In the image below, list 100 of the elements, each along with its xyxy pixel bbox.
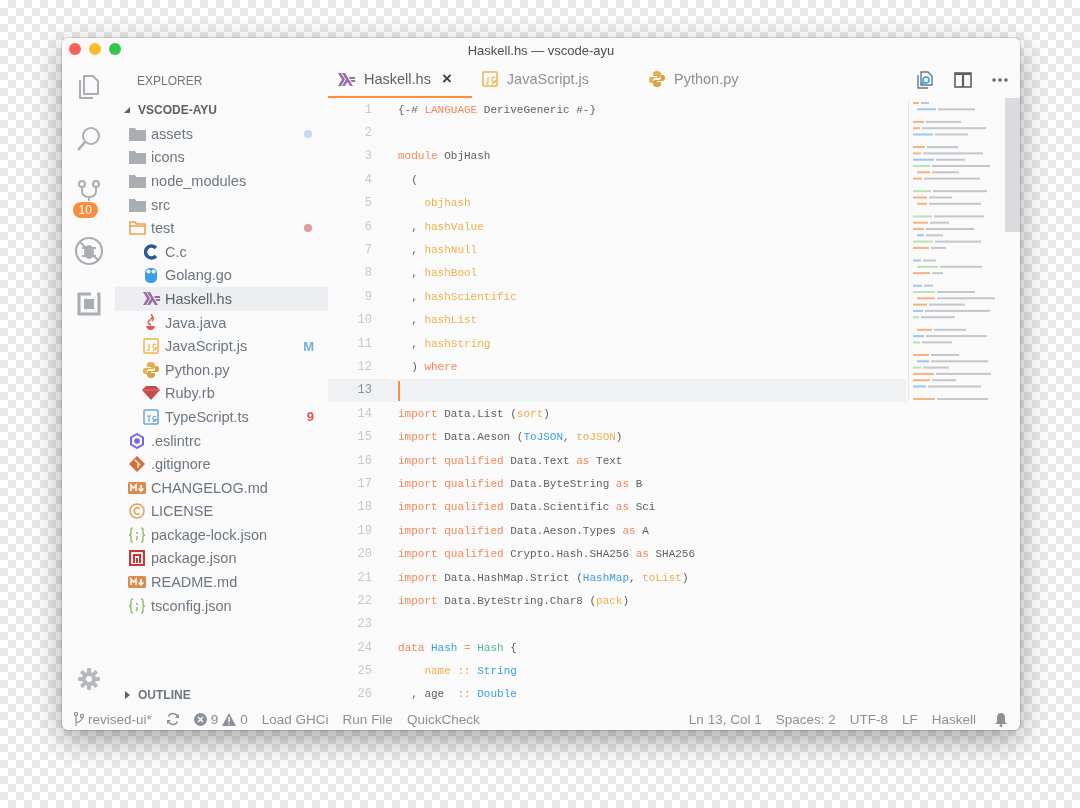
editor-tab[interactable]: JavaScript.js: [471, 62, 610, 98]
file-tree-item[interactable]: Java.java: [115, 310, 328, 335]
explorer-title: EXPLORER: [136, 73, 204, 90]
code-line: import qualified Data.Aeson.Types as A: [398, 524, 649, 537]
file-tree-item[interactable]: Golang.go: [115, 263, 328, 288]
file-name: README.md: [151, 574, 239, 591]
js-file-icon: [143, 338, 159, 355]
code-line: , hashBool: [410, 267, 478, 280]
file-tree-item[interactable]: .gitignore: [115, 452, 328, 476]
minimize-window-button[interactable]: [89, 43, 101, 55]
braces-icon: [128, 526, 146, 543]
file-tree-item[interactable]: C.c: [115, 239, 328, 264]
file-tree-item[interactable]: Haskell.hs: [115, 287, 328, 311]
file-name: JavaScript.js: [165, 338, 249, 355]
file-name: C.c: [165, 243, 188, 260]
file-tree-item[interactable]: CHANGELOG.md: [115, 475, 328, 500]
branch-icon: [74, 712, 84, 726]
file-name: assets: [151, 125, 194, 142]
file-name: Golang.go: [165, 267, 233, 284]
file-name: Haskell.hs: [165, 290, 233, 307]
file-tree-item[interactable]: icons: [115, 145, 328, 170]
scrollbar-thumb[interactable]: [1005, 98, 1020, 232]
status-command[interactable]: Load GHCi: [261, 711, 329, 727]
file-tree-item[interactable]: Ruby.rb: [115, 381, 328, 406]
extensions-icon[interactable]: [76, 292, 101, 316]
sync-icon[interactable]: [165, 712, 180, 726]
files-icon[interactable]: [76, 74, 101, 100]
file-status-label: 9: [306, 409, 314, 425]
code-line: name :: String: [423, 665, 517, 678]
file-tree-item[interactable]: assets: [115, 122, 328, 146]
status-item[interactable]: Haskell: [931, 711, 976, 727]
markdown-icon: [128, 576, 146, 589]
tab-label: JavaScript.js: [506, 71, 590, 87]
settings-icon[interactable]: [77, 668, 100, 690]
file-name: Java.java: [165, 314, 228, 331]
debug-icon[interactable]: [73, 236, 104, 266]
status-item[interactable]: LF: [901, 711, 918, 727]
outline-section-header[interactable]: OUTLINE: [115, 688, 328, 702]
hexagon-icon: [129, 432, 145, 449]
code-line: import Data.ByteString.Char8 (pack): [398, 594, 630, 607]
open-changes-icon[interactable]: [916, 71, 934, 89]
status-command[interactable]: QuickCheck: [406, 711, 480, 727]
file-tree-item[interactable]: LICENSE: [115, 499, 328, 524]
source-control-icon[interactable]: [76, 180, 101, 202]
file-tree-item[interactable]: package-lock.json: [115, 523, 328, 547]
file-name: test: [151, 220, 176, 237]
file-tree-item[interactable]: test: [115, 216, 328, 240]
c-icon: [144, 243, 158, 260]
file-tree-item[interactable]: node_modules: [115, 169, 328, 193]
python-icon: [649, 71, 666, 87]
js-file-icon: [481, 71, 498, 87]
zoom-window-button[interactable]: [109, 43, 121, 55]
file-name: Ruby.rb: [165, 385, 216, 402]
search-icon[interactable]: [75, 126, 102, 152]
code-line: import qualified Data.Text as Text: [398, 454, 623, 467]
npm-icon: [129, 550, 145, 567]
code-line: data Hash = Hash {: [398, 641, 517, 654]
haskell-icon: [338, 72, 355, 86]
code-line: import qualified Data.Scientific as Sci: [398, 501, 656, 514]
file-name: icons: [151, 149, 186, 166]
code-line: import qualified Data.ByteString as B: [398, 477, 643, 490]
split-editor-icon[interactable]: [954, 72, 972, 88]
file-name: .gitignore: [151, 456, 212, 473]
file-tree-item[interactable]: JavaScript.js M: [115, 334, 328, 358]
file-name: node_modules: [151, 173, 248, 189]
more-actions-icon[interactable]: [992, 78, 1008, 82]
tab-label: Python.py: [674, 71, 739, 87]
copyright-icon: [129, 503, 145, 520]
problems-status[interactable]: 9 0: [193, 711, 248, 727]
code-line: import Data.Aeson (ToJSON, toJSON): [398, 431, 623, 444]
close-tab-button[interactable]: ×: [441, 69, 452, 89]
file-tree-item[interactable]: Python.py: [115, 357, 328, 382]
bell-icon[interactable]: [994, 711, 1008, 727]
status-item[interactable]: Ln 13, Col 1: [688, 711, 762, 727]
file-tree-item[interactable]: package.json: [115, 546, 328, 571]
status-command[interactable]: Run File: [342, 711, 393, 727]
file-name: LICENSE: [151, 503, 215, 520]
editor-tab[interactable]: Python.py: [609, 62, 759, 98]
coffee-cup-icon: [145, 314, 157, 332]
file-name: tsconfig.json: [151, 597, 233, 614]
code-line: , hashNull: [410, 244, 478, 257]
gem-icon: [142, 386, 160, 401]
close-window-button[interactable]: [69, 43, 81, 55]
file-tree-item[interactable]: tsconfig.json: [115, 593, 328, 618]
file-tree-item[interactable]: README.md: [115, 570, 328, 594]
editor-tab[interactable]: Haskell.hs ×: [328, 62, 472, 98]
markdown-icon: [128, 481, 146, 494]
status-item[interactable]: Spaces: 2: [775, 711, 836, 727]
status-item[interactable]: UTF-8: [849, 711, 888, 727]
changes-count-badge: 10: [72, 202, 98, 218]
branch-status[interactable]: revised-ui*: [74, 711, 152, 727]
file-name: package.json: [151, 550, 238, 567]
project-folder-header[interactable]: VSCODE-AYU: [115, 98, 328, 122]
git-icon: [129, 456, 145, 473]
file-tree-item[interactable]: .eslintrc: [115, 428, 328, 453]
file-tree-item[interactable]: TypeScript.ts 9: [115, 405, 328, 429]
code-line: , age :: Double: [410, 688, 517, 701]
code-line: import qualified Crypto.Hash.SHA256 as SHA256: [398, 548, 696, 561]
file-tree-item[interactable]: src: [115, 192, 328, 217]
error-icon: [193, 712, 207, 726]
